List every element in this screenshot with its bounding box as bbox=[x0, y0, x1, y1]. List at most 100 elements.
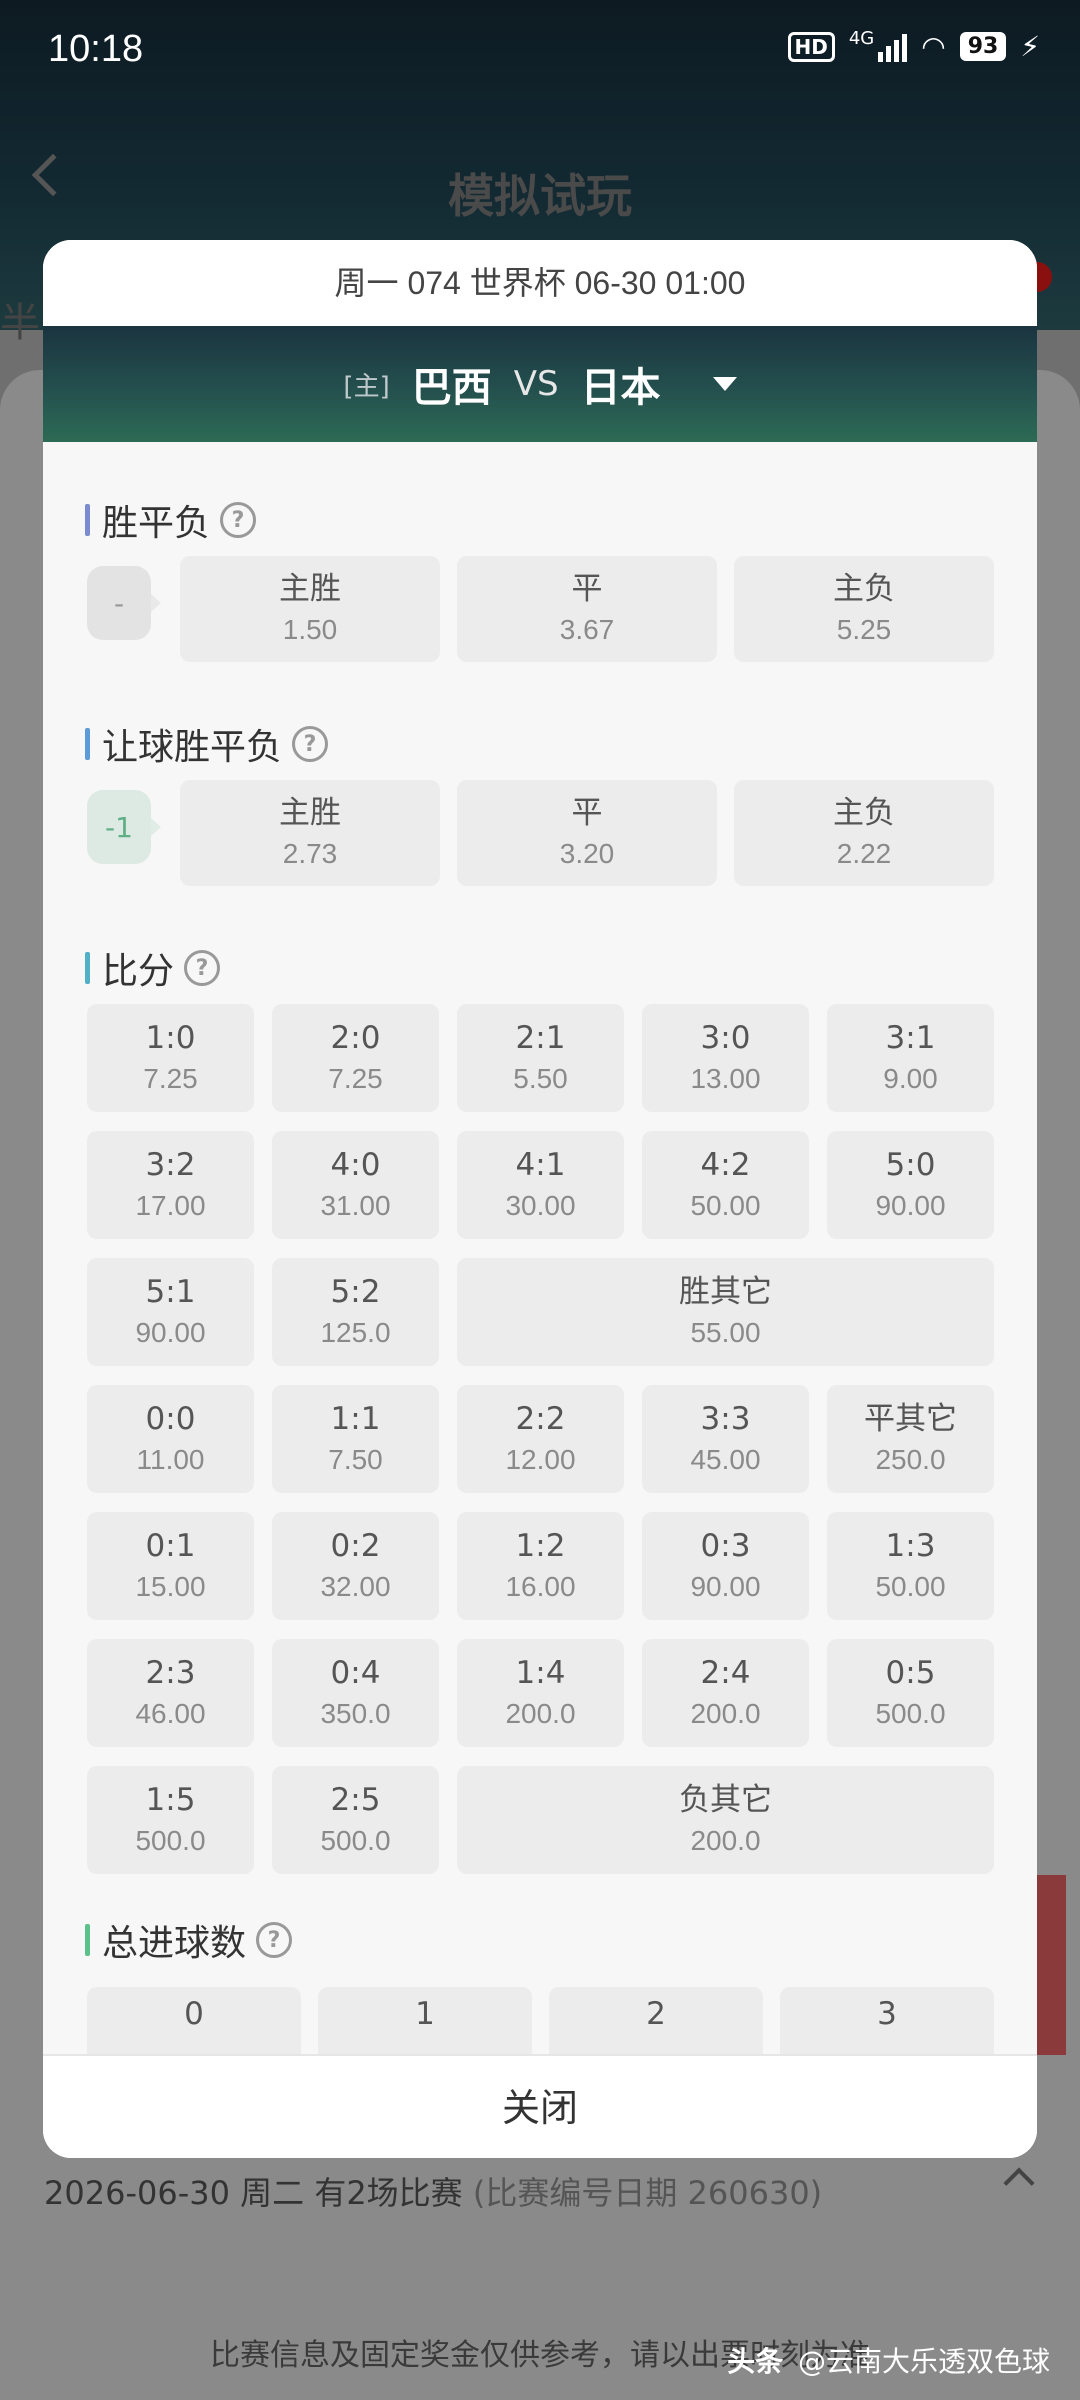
home-team: 巴西 bbox=[411, 365, 492, 411]
section-goals-label: 总进球数 bbox=[102, 1923, 247, 1964]
option-label: 0:3 bbox=[700, 1528, 751, 1564]
goals-option[interactable]: 3 bbox=[780, 1987, 994, 2054]
option-odds: 46.00 bbox=[135, 1698, 206, 1729]
score-option[interactable]: 1:1 7.50 bbox=[272, 1385, 439, 1493]
option-label: 0 bbox=[184, 1996, 204, 2032]
spf-option-home-lose[interactable]: 主负 5.25 bbox=[734, 556, 994, 662]
score-option[interactable]: 2:4 200.0 bbox=[642, 1639, 809, 1747]
status-icons: HD 4G ◠ 93 ⚡ bbox=[787, 28, 1040, 63]
dropdown-triangle-icon[interactable] bbox=[712, 377, 737, 391]
option-odds: 11.00 bbox=[136, 1444, 205, 1475]
option-label: 2:5 bbox=[330, 1782, 381, 1818]
goals-option[interactable]: 0 bbox=[87, 1987, 301, 2054]
score-option[interactable]: 4:1 30.00 bbox=[457, 1131, 624, 1239]
option-odds: 5.25 bbox=[836, 614, 892, 645]
score-option[interactable]: 1:3 50.00 bbox=[827, 1512, 994, 1620]
score-option[interactable]: 3:1 9.00 bbox=[827, 1004, 994, 1112]
option-odds: 45.00 bbox=[690, 1444, 761, 1475]
score-option[interactable]: 0:5 500.0 bbox=[827, 1639, 994, 1747]
option-odds: 200.0 bbox=[690, 1825, 761, 1856]
score-option[interactable]: 平其它 250.0 bbox=[827, 1385, 994, 1493]
match-date-text: 2026-06-30 周二 有2场比赛 bbox=[44, 2174, 463, 2212]
option-odds: 13.00 bbox=[690, 1063, 761, 1094]
help-icon[interactable]: ? bbox=[184, 950, 221, 986]
score-option[interactable]: 1:0 7.25 bbox=[87, 1004, 254, 1112]
score-option[interactable]: 2:2 12.00 bbox=[457, 1385, 624, 1493]
option-label: 0:0 bbox=[145, 1401, 196, 1437]
score-option[interactable]: 1:4 200.0 bbox=[457, 1639, 624, 1747]
status-time: 10:18 bbox=[48, 28, 144, 70]
close-button[interactable]: 关闭 bbox=[43, 2054, 1037, 2158]
page-title: 模拟试玩 bbox=[448, 169, 632, 223]
background-tab-partial: 半 bbox=[0, 300, 40, 346]
goals-option[interactable]: 1 bbox=[318, 1987, 532, 2054]
score-option[interactable]: 0:1 15.00 bbox=[87, 1512, 254, 1620]
score-option[interactable]: 0:3 90.00 bbox=[642, 1512, 809, 1620]
score-option[interactable]: 2:3 46.00 bbox=[87, 1639, 254, 1747]
score-option[interactable]: 5:0 90.00 bbox=[827, 1131, 994, 1239]
match-date-line[interactable]: 2026-06-30 周二 有2场比赛 (比赛编号日期 260630) bbox=[44, 2168, 822, 2214]
score-option[interactable]: 胜其它 55.00 bbox=[457, 1258, 994, 1366]
spf-option-home-win[interactable]: 主胜 1.50 bbox=[180, 556, 440, 662]
option-label: 平其它 bbox=[864, 1401, 957, 1437]
option-odds: 1.50 bbox=[282, 614, 338, 645]
option-label: 1:3 bbox=[885, 1528, 936, 1564]
score-option[interactable]: 0:4 350.0 bbox=[272, 1639, 439, 1747]
rqspf-option-home-lose[interactable]: 主负 2.22 bbox=[734, 780, 994, 886]
away-team: 日本 bbox=[580, 365, 661, 411]
section-rqspf-title: 让球胜平负 ? bbox=[85, 718, 329, 770]
section-goals-title: 总进球数 ? bbox=[85, 1914, 293, 1966]
option-label: 3:3 bbox=[700, 1401, 751, 1437]
option-odds: 2.73 bbox=[282, 838, 338, 869]
score-option[interactable]: 5:1 90.00 bbox=[87, 1258, 254, 1366]
option-label: 4:0 bbox=[330, 1147, 381, 1183]
option-label: 3 bbox=[877, 1996, 897, 2032]
modal-body: 胜平负 ? - 主胜 1.50 平 3.67 主负 5.25 让球胜平负 ? -… bbox=[43, 442, 1037, 2054]
help-icon[interactable]: ? bbox=[220, 502, 257, 538]
score-option[interactable]: 负其它 200.0 bbox=[457, 1766, 994, 1874]
score-option[interactable]: 1:5 500.0 bbox=[87, 1766, 254, 1874]
score-option[interactable]: 3:3 45.00 bbox=[642, 1385, 809, 1493]
rqspf-option-home-win[interactable]: 主胜 2.73 bbox=[180, 780, 440, 886]
score-option[interactable]: 4:2 50.00 bbox=[642, 1131, 809, 1239]
rqspf-option-draw[interactable]: 平 3.20 bbox=[457, 780, 717, 886]
goals-option[interactable]: 2 bbox=[549, 1987, 763, 2054]
vs-label: VS bbox=[513, 364, 559, 404]
score-option[interactable]: 5:2 125.0 bbox=[272, 1258, 439, 1366]
hd-icon: HD bbox=[787, 31, 835, 62]
score-option[interactable]: 1:2 16.00 bbox=[457, 1512, 624, 1620]
option-odds: 7.25 bbox=[328, 1063, 383, 1094]
match-banner[interactable]: [主] 巴西 VS 日本 bbox=[43, 326, 1037, 442]
signal-icon bbox=[878, 32, 908, 62]
option-label: 主负 bbox=[833, 571, 895, 607]
option-label: 1:4 bbox=[515, 1655, 566, 1691]
score-option[interactable]: 0:0 11.00 bbox=[87, 1385, 254, 1493]
option-label: 1 bbox=[415, 1996, 435, 2032]
score-option[interactable]: 3:2 17.00 bbox=[87, 1131, 254, 1239]
option-label: 主负 bbox=[833, 795, 895, 831]
score-option[interactable]: 4:0 31.00 bbox=[272, 1131, 439, 1239]
help-icon[interactable]: ? bbox=[256, 1922, 293, 1958]
option-label: 1:1 bbox=[330, 1401, 381, 1437]
option-label: 5:2 bbox=[330, 1274, 381, 1310]
option-label: 2:0 bbox=[330, 1020, 381, 1056]
score-option[interactable]: 0:2 32.00 bbox=[272, 1512, 439, 1620]
score-option[interactable]: 2:1 5.50 bbox=[457, 1004, 624, 1112]
option-odds: 2.22 bbox=[836, 838, 892, 869]
spf-option-draw[interactable]: 平 3.67 bbox=[457, 556, 717, 662]
status-bar: 10:18 HD 4G ◠ 93 ⚡ bbox=[0, 0, 1080, 100]
network-label: 4G bbox=[848, 28, 875, 49]
option-odds: 90.00 bbox=[875, 1190, 946, 1221]
option-odds: 125.0 bbox=[320, 1317, 391, 1348]
score-option[interactable]: 2:5 500.0 bbox=[272, 1766, 439, 1874]
score-option[interactable]: 2:0 7.25 bbox=[272, 1004, 439, 1112]
option-odds: 15.00 bbox=[135, 1571, 206, 1602]
play-options-modal: 周一 074 世界杯 06-30 01:00 [主] 巴西 VS 日本 胜平负 … bbox=[43, 240, 1037, 2158]
option-odds: 12.00 bbox=[505, 1444, 576, 1475]
score-option[interactable]: 3:0 13.00 bbox=[642, 1004, 809, 1112]
option-label: 0:5 bbox=[885, 1655, 936, 1691]
option-odds: 5.50 bbox=[513, 1063, 568, 1094]
battery-icon: 93 bbox=[959, 32, 1007, 61]
help-icon[interactable]: ? bbox=[292, 726, 329, 762]
section-rqspf-label: 让球胜平负 bbox=[102, 727, 283, 768]
